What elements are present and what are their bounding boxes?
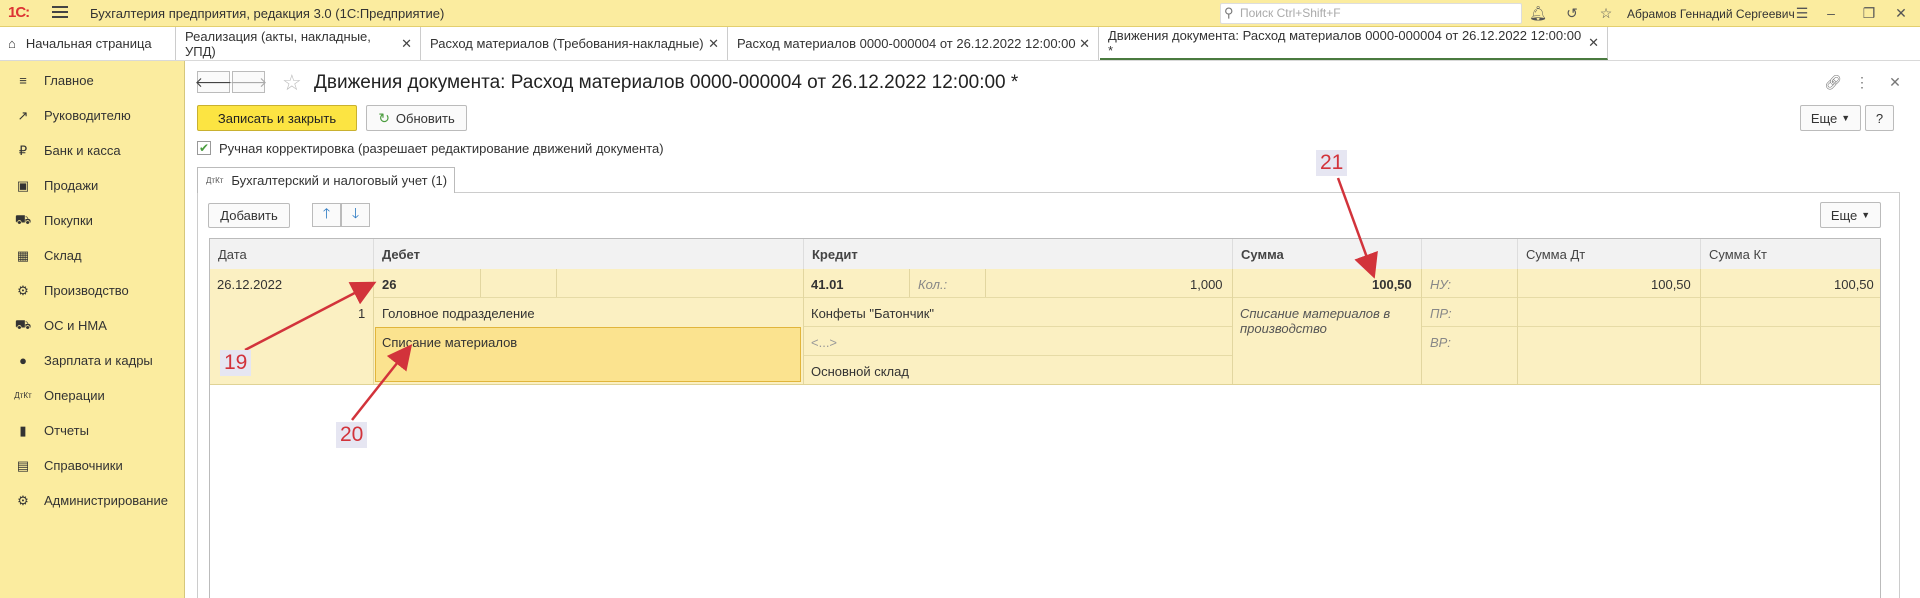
annotation-label-19: 19 — [220, 350, 252, 376]
annotation-arrow-19 — [244, 281, 377, 352]
annotation-arrow-21 — [1336, 177, 1378, 279]
annotation-arrow-20 — [351, 344, 413, 421]
annotation-arrows — [244, 177, 1378, 421]
annotation-label-21: 21 — [1316, 150, 1348, 176]
annotation-label-20: 20 — [336, 422, 368, 448]
